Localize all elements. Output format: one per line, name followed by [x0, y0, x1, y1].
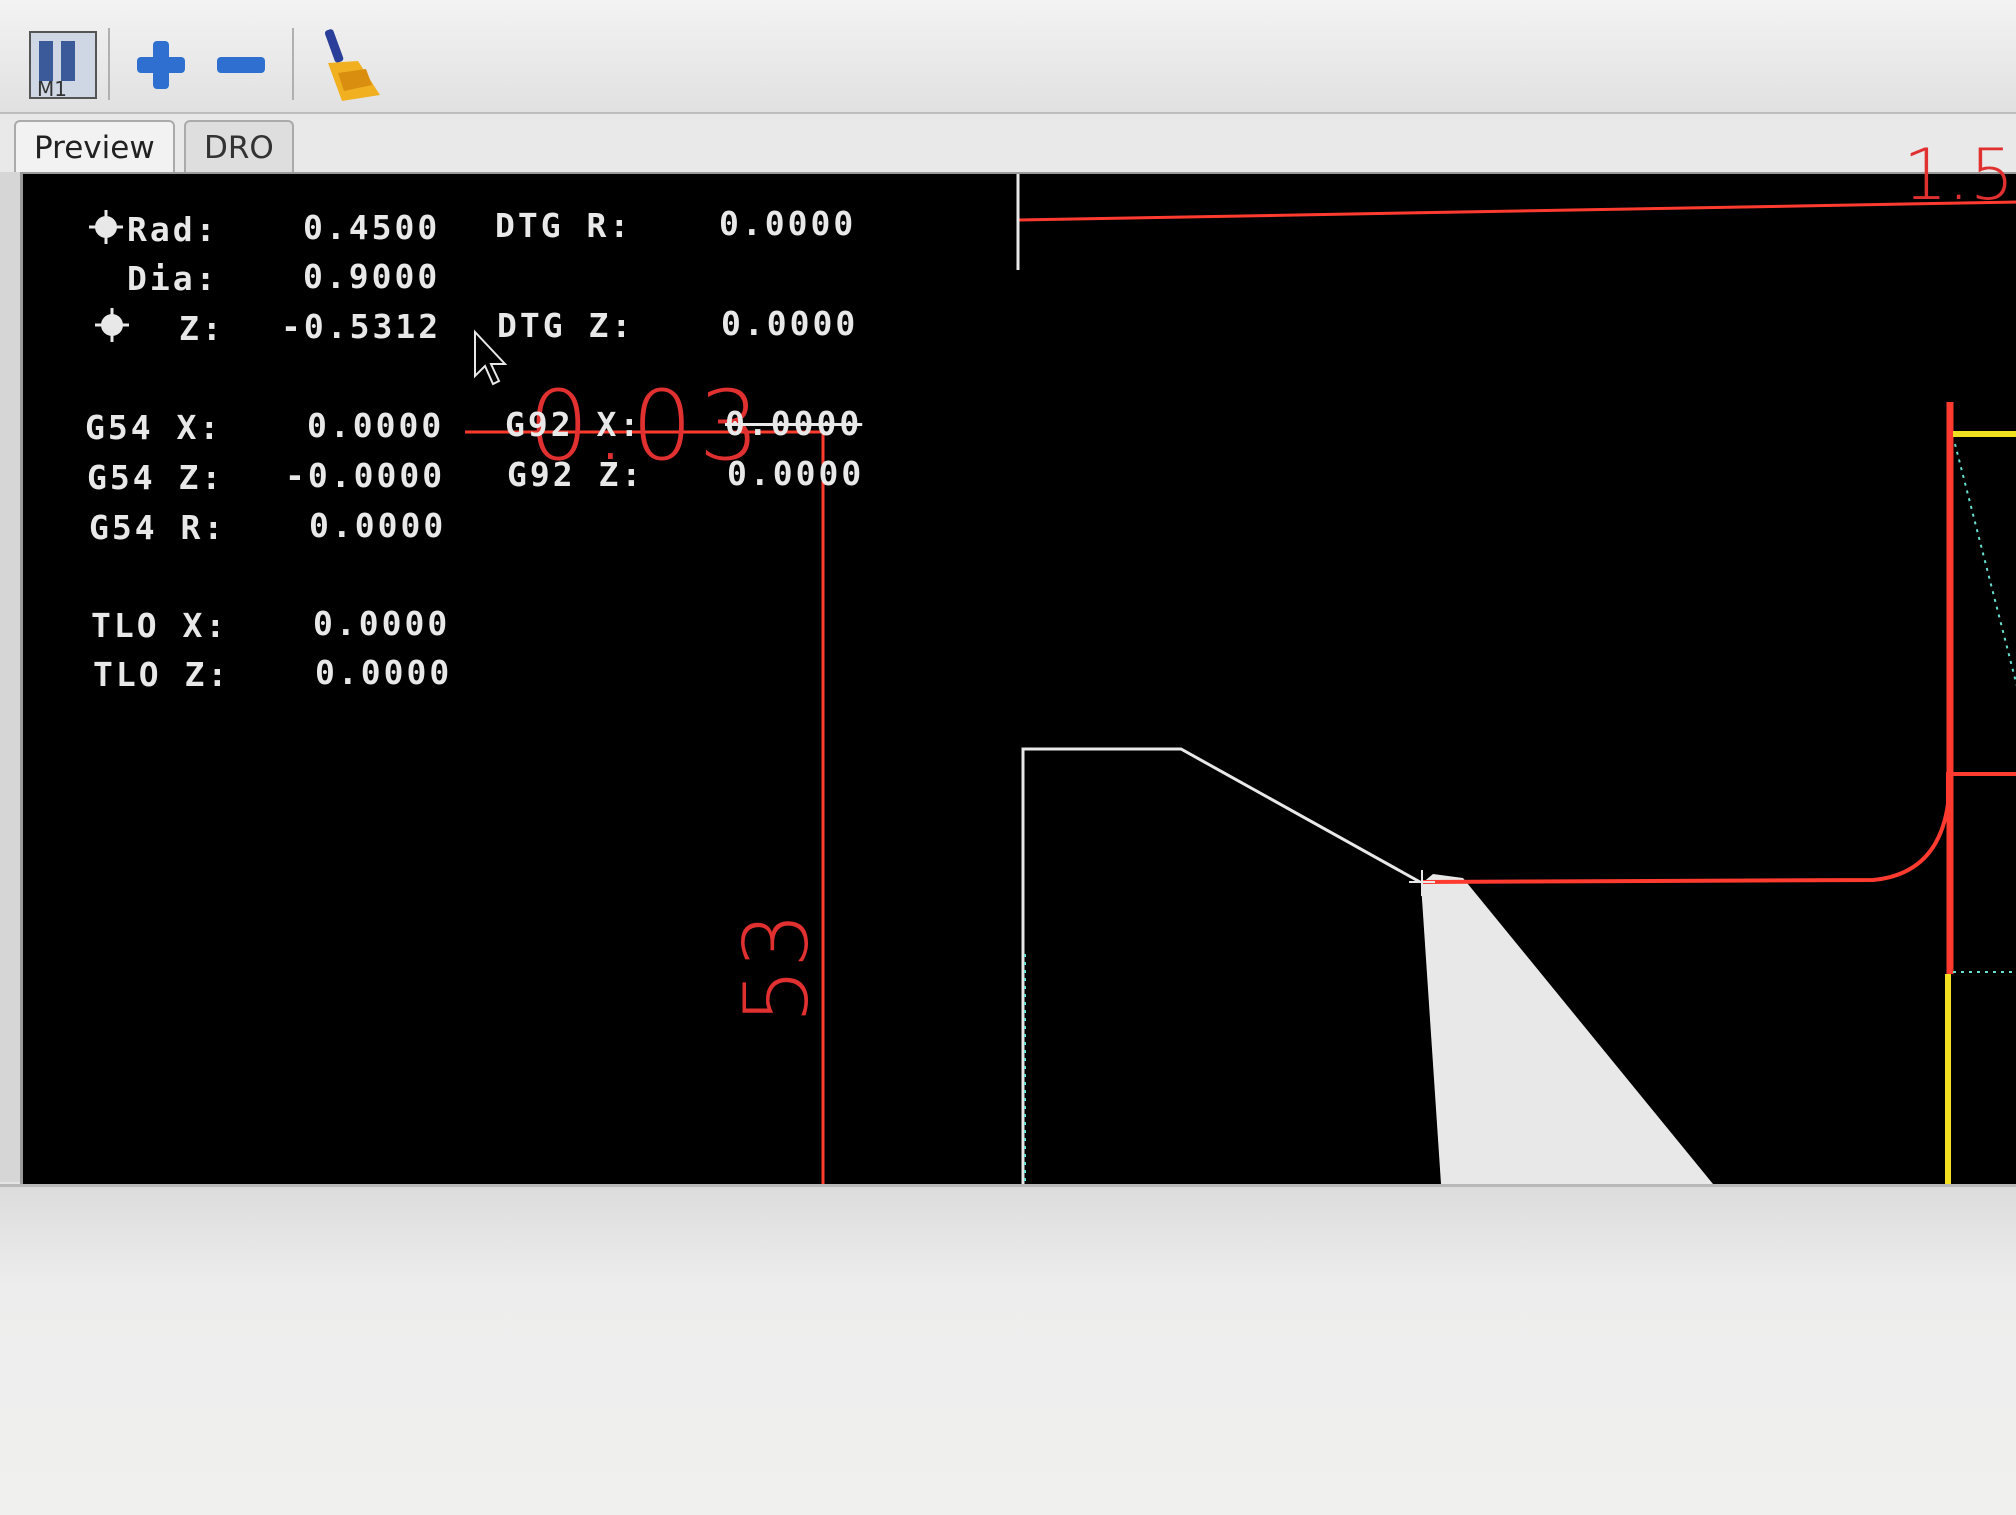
status-area — [0, 1184, 2016, 1515]
dimension-line-top — [1017, 200, 2016, 222]
dro-tlo-x-value: 0.0000 — [313, 604, 451, 643]
dro-z-value: -0.5312 — [281, 307, 442, 346]
tab-bar: Preview DRO — [0, 114, 2016, 174]
optional-stop-button[interactable]: M1 — [18, 22, 108, 108]
dro-g54-z-value: -0.0000 — [285, 456, 446, 495]
dro-tlo-z-value: 0.0000 — [315, 653, 453, 692]
minus-icon — [217, 57, 265, 73]
dimension-top-label: 1.5 — [1903, 134, 2015, 216]
toolbar-separator — [292, 28, 294, 100]
crosshair-icon — [89, 210, 123, 244]
dro-g92-x-value: 0.0000 — [725, 404, 863, 443]
dro-tlo-z-label: TLO Z: — [93, 655, 231, 694]
dro-dia-value: 0.9000 — [303, 257, 441, 296]
dro-tlo-x-label: TLO X: — [91, 606, 229, 645]
tab-preview[interactable]: Preview — [14, 120, 175, 174]
zoom-out-button[interactable] — [196, 22, 286, 108]
dro-g54-r-value: 0.0000 — [309, 506, 447, 545]
preview-canvas[interactable]: 1.5 0.03 53 Rad: 0.4500 DTG R: 0.0000 Di… — [20, 134, 2016, 1184]
dro-g54-x-value: 0.0000 — [307, 406, 445, 445]
dro-dtg-r-label: DTG R: — [495, 206, 633, 245]
dro-dtg-r-value: 0.0000 — [719, 204, 857, 243]
dro-rad-label: Rad: — [127, 210, 219, 249]
dro-g92-z-value: 0.0000 — [727, 454, 865, 493]
dimension-side-label: 53 — [725, 912, 828, 1024]
rapid-path-right — [1954, 443, 2016, 687]
zoom-in-button[interactable] — [116, 22, 206, 108]
dro-g92-x-label: G92 X: — [505, 405, 643, 444]
stock-outline — [1021, 747, 1421, 1184]
dro-dia-label: Dia: — [127, 259, 219, 298]
m1-label: M1 — [37, 77, 67, 101]
dro-z-label: Z: — [179, 309, 225, 348]
tab-dro[interactable]: DRO — [184, 120, 294, 174]
toolbar-separator — [108, 28, 110, 100]
tool-insert — [1421, 874, 1713, 1184]
tab-dro-label: DRO — [204, 130, 274, 166]
dro-dtg-z-value: 0.0000 — [721, 304, 859, 343]
crosshair-icon — [95, 308, 129, 342]
left-gutter — [0, 172, 20, 1182]
broom-icon — [324, 29, 380, 101]
dro-dtg-z-label: DTG Z: — [497, 306, 635, 345]
toolbar: M1 — [0, 0, 2016, 114]
dro-g54-x-label: G54 X: — [85, 408, 223, 447]
dro-rad-value: 0.4500 — [303, 208, 441, 247]
m1-optional-stop-icon: M1 — [29, 31, 97, 101]
plus-icon — [137, 41, 185, 89]
tab-preview-label: Preview — [34, 130, 155, 166]
dro-g54-z-label: G54 Z: — [87, 458, 225, 497]
feed-toolpath — [1422, 772, 2016, 884]
dro-g54-r-label: G54 R: — [89, 508, 227, 547]
dro-g92-z-label: G92 Z: — [507, 455, 645, 494]
clear-backplot-button[interactable] — [306, 22, 396, 108]
